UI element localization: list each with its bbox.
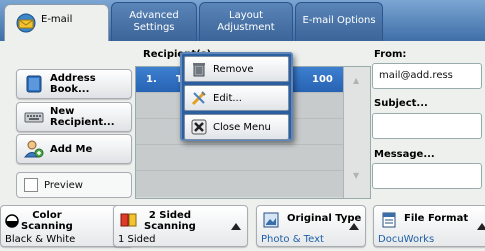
- tab-email-label: E-mail: [41, 14, 73, 25]
- address-book-icon: [24, 74, 44, 94]
- user-add-icon: [23, 139, 44, 159]
- file-icon: [382, 212, 396, 231]
- preview-check-box[interactable]: [24, 178, 38, 192]
- subject-field[interactable]: [372, 113, 482, 139]
- add-me-button[interactable]: Add Me: [16, 134, 132, 164]
- menu-item-close-menu[interactable]: Close Menu: [184, 114, 289, 140]
- menu-item-remove[interactable]: Remove: [184, 56, 289, 82]
- recipient-row-empty: [136, 171, 344, 197]
- original-type-value: Photo & Text: [261, 234, 324, 245]
- new-recipient-button[interactable]: New Recipient...: [16, 102, 132, 132]
- color-scanning-title: Color Scanning: [21, 210, 73, 232]
- message-field[interactable]: [372, 163, 482, 189]
- from-field[interactable]: mail@add.ress: [372, 63, 482, 89]
- menu-item-edit[interactable]: Edit...: [184, 85, 289, 111]
- tab-email-options[interactable]: E-mail Options: [295, 2, 383, 41]
- from-label: From:: [374, 49, 407, 60]
- menu-item-edit-label: Edit...: [213, 92, 242, 104]
- file-format-title: File Format: [404, 213, 469, 224]
- menu-item-remove-label: Remove: [213, 63, 254, 75]
- subject-label: Subject...: [374, 98, 428, 109]
- two-sided-title: 2 Sided Scanning: [144, 210, 196, 232]
- two-sided-scanning-button[interactable]: 2 Sided Scanning 1 Sided: [113, 205, 248, 247]
- add-me-label: Add Me: [50, 143, 93, 155]
- edit-tools-icon: [191, 90, 207, 106]
- email-icon: [15, 13, 37, 37]
- photo-icon: [263, 212, 279, 231]
- trash-icon: [191, 61, 207, 77]
- menu-item-close-label: Close Menu: [213, 121, 271, 133]
- tab-email[interactable]: E-mail: [4, 4, 109, 42]
- color-scanning-value: Black & White: [5, 234, 76, 245]
- scroll-down-icon[interactable]: ▼: [353, 171, 359, 180]
- file-format-value: DocuWorks: [378, 234, 435, 245]
- original-type-button[interactable]: Original Type Photo & Text: [256, 205, 366, 247]
- tab-layout-adjustment[interactable]: Layout Adjustment: [199, 2, 293, 41]
- two-sided-icon: [120, 212, 138, 231]
- file-format-button[interactable]: File Format DocuWorks: [373, 205, 485, 247]
- recipient-number: 1.: [146, 74, 157, 85]
- email-screen: E-mail Advanced Settings Layout Adjustme…: [0, 0, 485, 251]
- preview-checkbox[interactable]: Preview: [16, 172, 132, 198]
- new-recipient-label: New Recipient...: [50, 106, 115, 128]
- chevron-up-icon: [349, 223, 359, 230]
- close-icon: [191, 119, 207, 135]
- message-label: Message...: [374, 149, 435, 160]
- recipients-scrollbar[interactable]: ▲ ▼: [343, 67, 370, 198]
- tab-bar: E-mail Advanced Settings Layout Adjustme…: [0, 0, 485, 42]
- recipient-row-empty: [136, 145, 344, 171]
- keyboard-icon: [24, 107, 44, 127]
- address-book-label: Address Book...: [50, 73, 96, 95]
- tab-advanced-settings[interactable]: Advanced Settings: [111, 2, 197, 41]
- scroll-up-icon[interactable]: ▲: [353, 76, 359, 85]
- color-scanning-icon: [5, 214, 19, 231]
- context-menu: Remove Edit... Close Menu: [180, 52, 293, 141]
- chevron-up-icon: [477, 223, 485, 230]
- recipient-suffix: 100: [312, 74, 333, 85]
- chevron-up-icon: [231, 223, 241, 230]
- two-sided-value: 1 Sided: [118, 234, 156, 245]
- preview-label: Preview: [44, 179, 83, 191]
- address-book-button[interactable]: Address Book...: [16, 69, 132, 99]
